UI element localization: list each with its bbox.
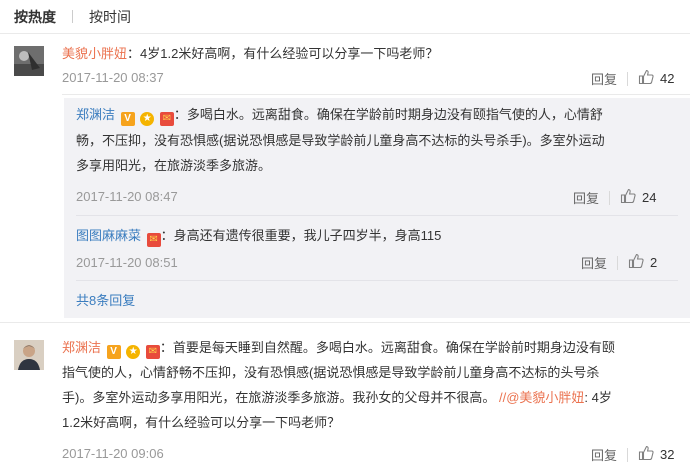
red-envelope-icon: ✉	[159, 112, 174, 126]
comment-username[interactable]: 美貌小胖妞	[62, 46, 127, 61]
comment-timestamp: 2017-11-20 08:37	[62, 70, 164, 85]
avatar[interactable]	[14, 340, 44, 370]
sort-by-time-tab[interactable]: 按时间	[89, 7, 131, 27]
thumb-up-icon[interactable]	[628, 253, 644, 272]
reply-actions: 回复 24	[573, 188, 656, 207]
reply-button[interactable]: 回复	[581, 253, 607, 272]
comment-actions: 回复 32	[591, 445, 674, 464]
comment-text-line: 1.2米好高啊，有什么经验可以分享一下吗老师？	[62, 415, 341, 430]
reply-username[interactable]: 图图麻麻菜	[76, 228, 141, 243]
reply-button[interactable]: 回复	[591, 69, 617, 88]
gold-medal-icon: ★	[126, 345, 141, 359]
reply-text-line: 多享用阳光，在旅游淡季多旅游。	[76, 158, 272, 173]
reply-timestamp: 2017-11-20 08:47	[76, 189, 178, 204]
vip-v-icon: V	[120, 112, 135, 126]
quote-text: : 4岁	[584, 390, 612, 405]
reply-button[interactable]: 回复	[591, 445, 617, 464]
thumb-up-icon[interactable]	[620, 188, 636, 207]
like-count: 32	[660, 447, 675, 462]
red-envelope-icon: ✉	[145, 345, 160, 359]
comment-text-line: 手)。多室外运动多享用阳光，在旅游淡季多旅游。我孙女的父母并不很高。 //@美貌…	[62, 389, 612, 407]
like-count: 2	[650, 255, 658, 270]
reply-text: ：身高还有遗传很重要，我儿子四岁半，身高115	[160, 228, 442, 243]
comment-text-line: ：首要是每天睡到自然醒。多喝白水。远离甜食。确保在学龄前时期身边没有颐	[159, 340, 615, 355]
comment-divider	[62, 94, 690, 95]
reply-thread: 郑渊洁 V ★ ✉ ：多喝白水。远离甜食。确保在学龄前时期身边没有颐指气使的人，心…	[64, 98, 690, 318]
comment-text: 手)。多室外运动多享用阳光，在旅游淡季多旅游。我孙女的父母并不很高。	[62, 390, 496, 405]
action-separator	[609, 190, 611, 205]
thumb-up-icon[interactable]	[638, 69, 654, 88]
reply-line: 图图麻麻菜 ✉ ：身高还有遗传很重要，我儿子四岁半，身高115	[76, 227, 441, 247]
reply-divider	[76, 215, 678, 216]
avatar[interactable]	[14, 46, 44, 76]
action-separator	[627, 447, 629, 462]
reply-line: 郑渊洁 V ★ ✉ ：多喝白水。远离甜食。确保在学龄前时期身边没有颐指气使的人，心…	[76, 106, 603, 126]
vip-v-icon: V	[106, 345, 121, 359]
reply-text-line: ：多喝白水。远离甜食。确保在学龄前时期身边没有颐指气使的人，心情舒	[173, 107, 603, 122]
quoted-user-link[interactable]: //@美貌小胖妞	[499, 390, 584, 405]
more-replies-link[interactable]: 共8条回复	[76, 292, 135, 310]
comment-text-line: 指气使的人，心情舒畅不压抑，没有恐惧感(据说恐惧感是导致学龄前儿童身高不达标的头…	[62, 365, 600, 380]
reply-text-line: 畅，不压抑，没有恐惧感(据说恐惧感是导致学龄前儿童身高不达标的头号杀手)。多室外…	[76, 133, 605, 148]
sort-tabs: 按热度 按时间	[14, 0, 690, 33]
comment-text: ：4岁1.2米好高啊，有什么经验可以分享一下吗老师？	[127, 46, 439, 61]
comment-username[interactable]: 郑渊洁	[62, 340, 101, 355]
reply-username[interactable]: 郑渊洁	[76, 107, 115, 122]
like-count: 24	[642, 190, 657, 205]
reply-timestamp: 2017-11-20 08:51	[76, 255, 178, 270]
thumb-up-icon[interactable]	[638, 445, 654, 464]
reply-button[interactable]: 回复	[573, 188, 599, 207]
comment-body: 美貌小胖妞：4岁1.2米好高啊，有什么经验可以分享一下吗老师？	[62, 45, 438, 63]
reply-divider	[76, 280, 678, 281]
tab-separator	[72, 10, 73, 23]
sort-by-hot-tab[interactable]: 按热度	[14, 7, 56, 27]
reply-actions: 回复 2	[581, 253, 657, 272]
comment-actions: 回复 42	[591, 69, 674, 88]
comment-divider	[0, 322, 690, 323]
action-separator	[617, 255, 619, 270]
header-divider	[0, 33, 690, 34]
like-count: 42	[660, 71, 675, 86]
comment-timestamp: 2017-11-20 09:06	[62, 446, 164, 461]
comment-body: 郑渊洁 V ★ ✉ ：首要是每天睡到自然醒。多喝白水。远离甜食。确保在学龄前时期身…	[62, 339, 615, 359]
red-envelope-icon: ✉	[146, 233, 161, 247]
gold-medal-icon: ★	[140, 112, 155, 126]
action-separator	[627, 71, 629, 86]
